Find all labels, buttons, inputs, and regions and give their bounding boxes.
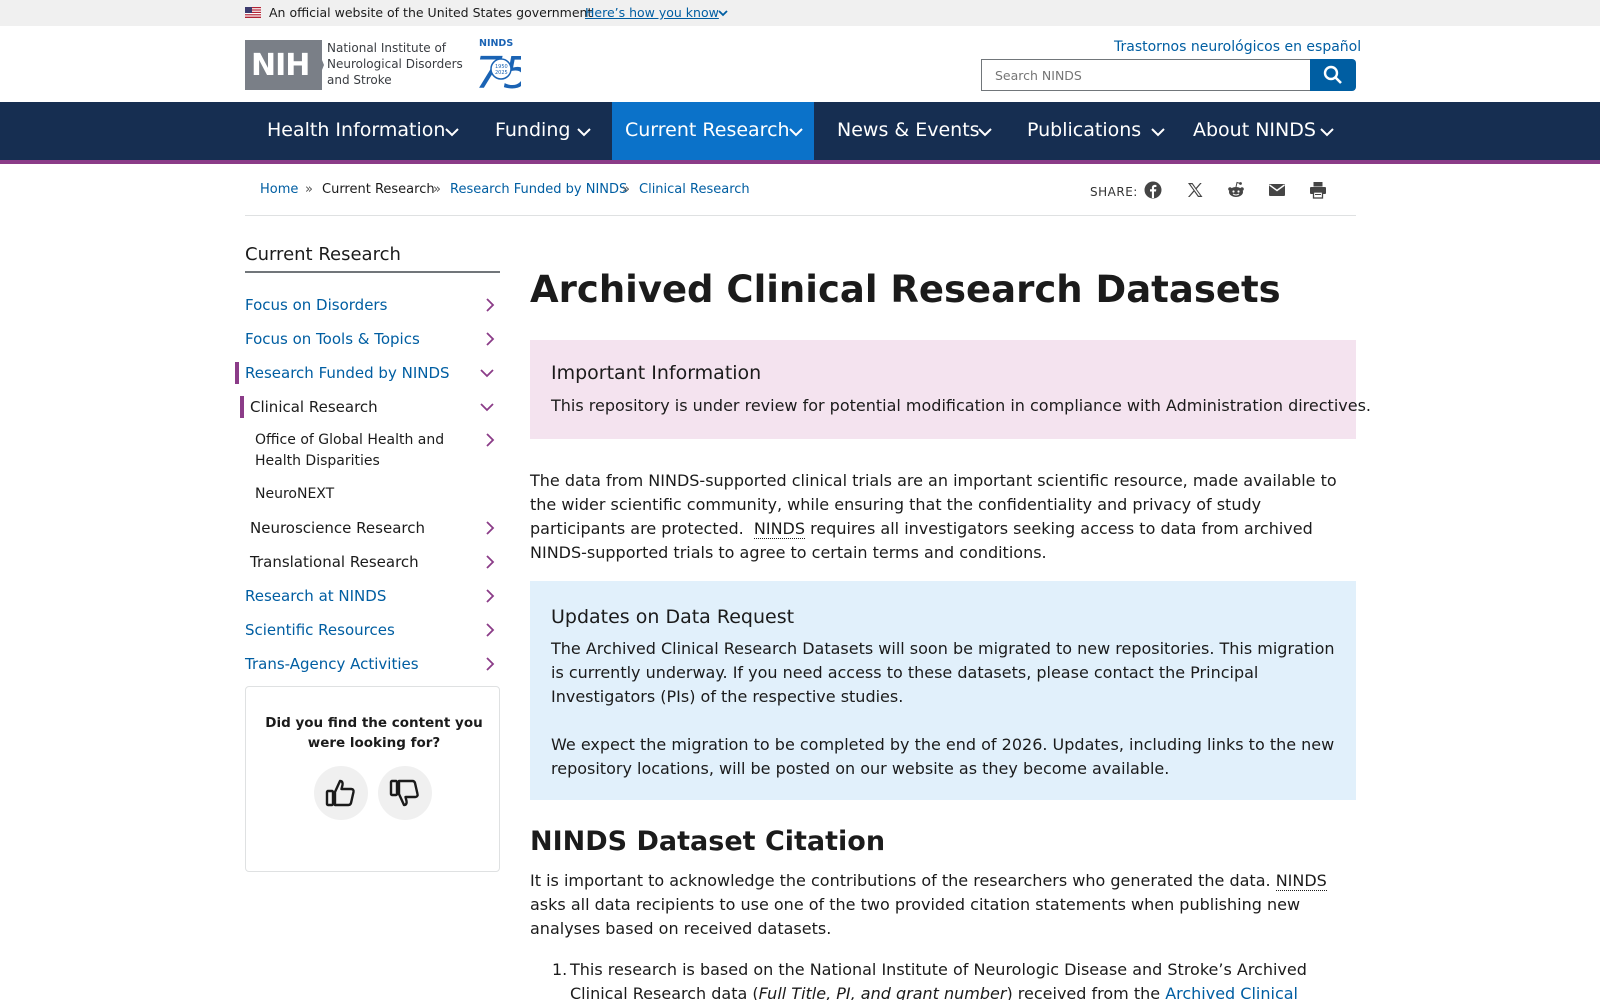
sidebar-item-focus-on-disorders[interactable]: Focus on Disorders: [245, 296, 387, 314]
chevron-right-icon[interactable]: [483, 297, 497, 313]
updates-paragraph-2: We expect the migration to be completed …: [551, 735, 1335, 778]
facebook-icon[interactable]: [1144, 181, 1162, 199]
citation-paragraph: It is important to acknowledge the contr…: [530, 871, 1327, 938]
sidebar-item-scientific-resources[interactable]: Scientific Resources: [245, 621, 395, 639]
chevron-right-icon[interactable]: [483, 331, 497, 347]
chevron-right-icon[interactable]: [483, 622, 497, 638]
chevron-right-icon[interactable]: [483, 588, 497, 604]
sidebar-item-research-at-ninds[interactable]: Research at NINDS: [245, 587, 386, 605]
chevron-right-icon[interactable]: [483, 656, 497, 672]
us-flag-icon: [245, 7, 261, 18]
nih-logo[interactable]: NIH: [245, 40, 322, 90]
active-indicator: [235, 362, 239, 384]
list-number: 1.: [552, 960, 568, 979]
ninds-abbr[interactable]: NINDS: [1275, 871, 1327, 891]
chevron-right-icon[interactable]: [483, 520, 497, 536]
svg-text:2025: 2025: [495, 70, 508, 76]
email-icon[interactable]: [1268, 181, 1286, 199]
thumbs-up-icon: [325, 779, 355, 807]
sidebar-item-clinical-research[interactable]: Clinical Research: [250, 398, 378, 416]
ninds-75-anniversary-logo[interactable]: NINDS 75 1950 2025: [477, 36, 521, 90]
x-icon[interactable]: [1186, 181, 1204, 199]
chevron-down-icon: [445, 128, 459, 137]
sidebar-item-global-health[interactable]: Office of Global Health and Health Dispa…: [255, 430, 465, 472]
sidebar-title[interactable]: Current Research: [245, 244, 401, 265]
nav-current-research[interactable]: Current Research: [612, 102, 814, 160]
thumbs-down-icon: [389, 779, 419, 807]
gov-banner: An official website of the United States…: [0, 0, 1600, 26]
nav-news-events[interactable]: News & Events: [826, 102, 1006, 160]
ninds-abbr[interactable]: NINDS: [753, 519, 806, 539]
breadcrumb-divider: [245, 215, 1356, 216]
sidebar-item-translational-research[interactable]: Translational Research: [250, 553, 419, 571]
sidebar-item-neuroscience-research[interactable]: Neuroscience Research: [250, 519, 425, 537]
thumbs-up-button[interactable]: [314, 766, 368, 820]
share-label: SHARE:: [1090, 185, 1138, 199]
chevron-down-icon: [577, 128, 591, 137]
sidebar-item-focus-on-tools[interactable]: Focus on Tools & Topics: [245, 330, 420, 348]
sidebar-item-research-funded[interactable]: Research Funded by NINDS: [245, 364, 450, 382]
breadcrumb-separator: »: [622, 182, 630, 197]
chevron-right-icon[interactable]: [483, 432, 497, 448]
chevron-down-icon[interactable]: [717, 7, 729, 19]
chevron-down-icon: [1320, 128, 1334, 137]
chevron-down-icon: [978, 128, 992, 137]
updates-paragraph-1: The Archived Clinical Research Datasets …: [551, 639, 1335, 706]
nav-funding[interactable]: Funding: [479, 102, 599, 160]
feedback-question: Did you find the content you were lookin…: [265, 715, 483, 751]
chevron-down-icon: [1151, 128, 1165, 137]
nav-health-information[interactable]: Health Information: [253, 102, 473, 160]
breadcrumb-separator: »: [433, 182, 441, 197]
nav-publications[interactable]: Publications: [1017, 102, 1175, 160]
search-button[interactable]: [1310, 59, 1356, 91]
important-info-body: This repository is under review for pote…: [551, 396, 1371, 415]
thumbs-down-button[interactable]: [378, 766, 432, 820]
spanish-link[interactable]: Trastornos neurológicos en español: [1114, 39, 1361, 55]
breadcrumb-clinical-research[interactable]: Clinical Research: [639, 182, 750, 197]
important-info-alert: Important Information This repository is…: [530, 340, 1371, 439]
page-title: Archived Clinical Research Datasets: [530, 268, 1281, 311]
sidebar-item-neuronext[interactable]: NeuroNEXT: [255, 486, 334, 502]
chevron-down-icon[interactable]: [479, 400, 495, 414]
breadcrumb-current-research: Current Research: [322, 182, 435, 197]
intro-paragraph: The data from NINDS-supported clinical t…: [530, 471, 1337, 562]
print-icon[interactable]: [1309, 181, 1327, 199]
search-input[interactable]: [981, 59, 1311, 91]
sidebar-divider: [245, 271, 500, 273]
nih-logo-arrow-icon: [314, 40, 324, 90]
important-info-title: Important Information: [551, 362, 762, 384]
active-indicator: [240, 396, 244, 418]
list-item-text: This research is based on the National I…: [570, 958, 1342, 1000]
sidebar-item-trans-agency[interactable]: Trans-Agency Activities: [245, 655, 419, 673]
citation-heading: NINDS Dataset Citation: [530, 826, 886, 857]
breadcrumb-home[interactable]: Home: [260, 182, 298, 197]
institute-name[interactable]: National Institute of Neurological Disor…: [327, 40, 467, 88]
reddit-icon[interactable]: [1227, 181, 1245, 199]
updates-title: Updates on Data Request: [551, 606, 795, 628]
breadcrumb-separator: »: [305, 182, 313, 197]
search-icon: [1323, 65, 1342, 84]
breadcrumb-research-funded[interactable]: Research Funded by NINDS: [450, 182, 627, 197]
chevron-down-icon: [789, 128, 803, 137]
chevron-down-icon[interactable]: [479, 366, 495, 380]
nav-about-ninds[interactable]: About NINDS: [1182, 102, 1342, 160]
gov-banner-text: An official website of the United States…: [269, 5, 593, 20]
updates-alert: Updates on Data Request The Archived Cli…: [530, 581, 1356, 800]
main-nav: Health Information Funding Current Resea…: [0, 102, 1600, 164]
chevron-right-icon[interactable]: [483, 554, 497, 570]
site-header: NIH National Institute of Neurological D…: [0, 26, 1600, 102]
feedback-widget: Did you find the content you were lookin…: [245, 686, 500, 872]
heres-how-link[interactable]: Here’s how you know: [585, 5, 719, 20]
